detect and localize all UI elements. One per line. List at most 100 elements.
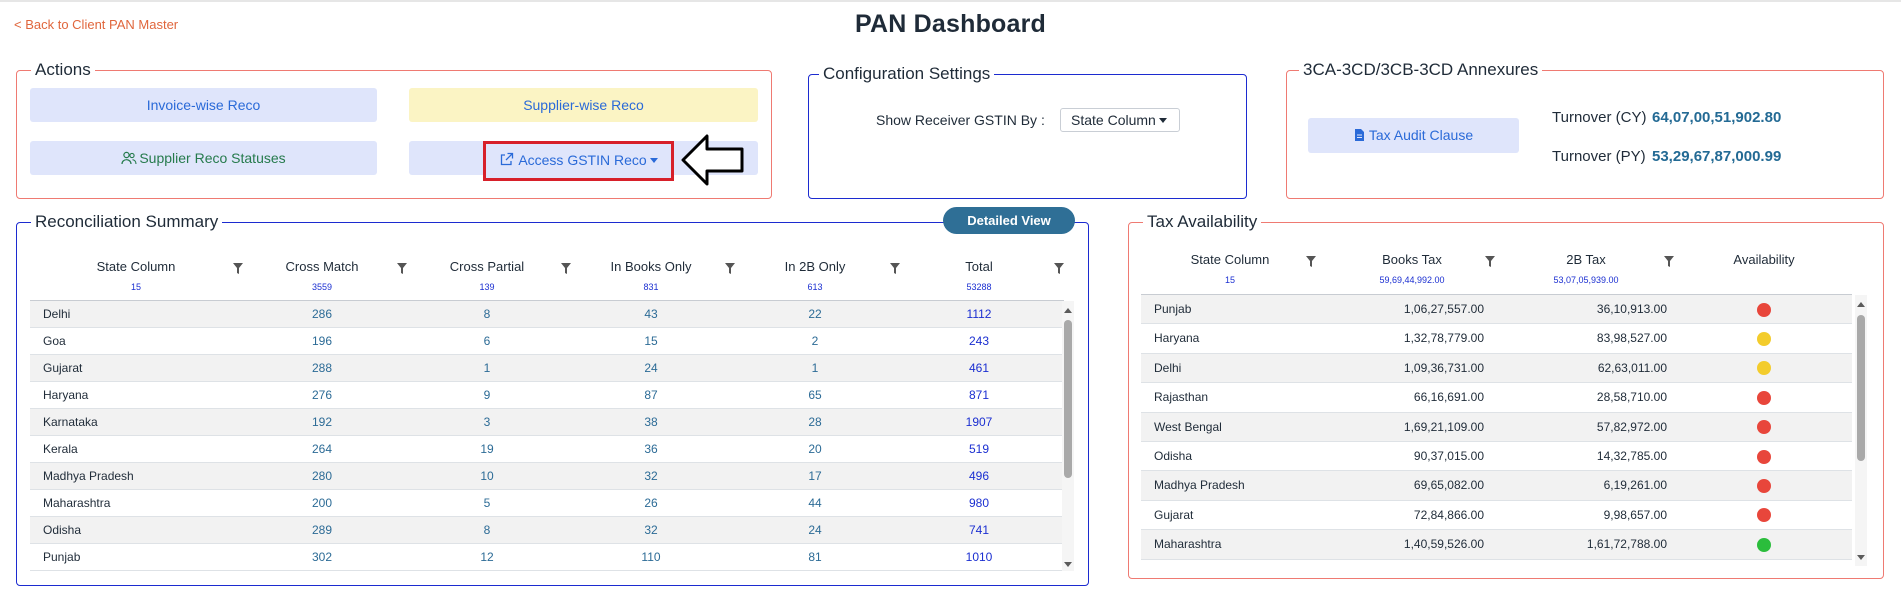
table-row[interactable]: Delhi 1,09,36,731.00 62,63,011.00: [1141, 353, 1852, 384]
left-arrow-pointer-icon: [681, 134, 744, 186]
invoice-wise-reco-button[interactable]: Invoice-wise Reco: [30, 88, 377, 122]
table-row[interactable]: Maharashtra 200 5 26 44 980: [30, 490, 1064, 517]
state-cell: Gujarat: [43, 361, 83, 375]
state-cell: Maharashtra: [1154, 537, 1222, 552]
supplier-reco-statuses-button[interactable]: Supplier Reco Statuses: [30, 141, 377, 175]
state-cell: Haryana: [1154, 331, 1200, 346]
filter-icon[interactable]: [1054, 261, 1064, 274]
table-row[interactable]: Gujarat 72,84,866.00 9,98,657.00: [1141, 501, 1852, 531]
value-cell[interactable]: 1010: [929, 544, 1029, 571]
twob-tax-cell: 28,58,710.00: [1596, 390, 1667, 405]
table-row[interactable]: Gujarat 288 1 24 1 461: [30, 355, 1064, 382]
table-row[interactable]: Haryana 276 9 87 65 871: [30, 382, 1064, 409]
value-cell: 36: [644, 442, 658, 456]
value-cell[interactable]: 980: [929, 490, 1029, 517]
table-row[interactable]: Odisha 90,37,015.00 14,32,785.00: [1141, 442, 1852, 472]
value-cell: 276: [311, 388, 333, 402]
value-cell: 10: [480, 469, 494, 483]
filter-icon[interactable]: [1306, 254, 1316, 267]
filter-icon[interactable]: [1485, 254, 1495, 267]
supplier-reco-statuses-label: Supplier Reco Statuses: [139, 150, 286, 166]
availability-status-indicator: [1757, 449, 1771, 464]
column-header-availability: Availability: [1733, 252, 1795, 267]
value-cell[interactable]: 741: [929, 517, 1029, 544]
value-cell: 196: [311, 334, 333, 348]
scroll-down-arrow[interactable]: [1064, 562, 1072, 567]
table-row[interactable]: Punjab 1,06,27,557.00 36,10,913.00: [1141, 295, 1852, 325]
table-row[interactable]: Maharashtra 1,40,59,526.00 1,61,72,788.00: [1141, 530, 1852, 560]
availability-status-indicator: [1757, 420, 1771, 435]
state-cell: Punjab: [1154, 302, 1192, 316]
state-cell: Delhi: [1154, 360, 1182, 375]
state-cell: Madhya Pradesh: [1154, 478, 1245, 493]
state-cell: Kerala: [43, 442, 78, 456]
table-row[interactable]: [1141, 560, 1852, 566]
tax-audit-clause-button[interactable]: Tax Audit Clause: [1308, 118, 1519, 153]
twob-tax-cell: 6,19,261.00: [1603, 478, 1667, 493]
annexures-legend: 3CA-3CD/3CB-3CD Annexures: [1299, 60, 1543, 80]
value-cell[interactable]: 871: [929, 382, 1029, 409]
column-header-2b-tax: 2B Tax: [1566, 252, 1606, 267]
filter-icon[interactable]: [397, 261, 407, 274]
column-header-in-books-only: In Books Only: [610, 259, 692, 274]
table-row[interactable]: Madhya Pradesh 280 10 32 17 496: [30, 463, 1064, 490]
value-cell[interactable]: 1112: [929, 301, 1029, 328]
receiver-gstin-select[interactable]: State Column: [1060, 108, 1180, 132]
top-border: [0, 0, 1901, 2]
value-cell[interactable]: 243: [929, 328, 1029, 355]
value-cell[interactable]: 1907: [929, 409, 1029, 436]
column-header-cross-match: Cross Match: [285, 259, 359, 274]
filter-icon[interactable]: [1664, 254, 1674, 267]
state-cell: Madhya Pradesh: [43, 469, 134, 483]
table-row[interactable]: Haryana 1,32,78,779.00 83,98,527.00: [1141, 324, 1852, 354]
value-cell[interactable]: 461: [929, 355, 1029, 382]
state-cell: Gujarat: [1154, 507, 1194, 522]
scrollbar-thumb[interactable]: [1064, 320, 1072, 478]
twob-tax-cell: 83,98,527.00: [1596, 331, 1667, 346]
column-count-cross-match: 3559: [311, 282, 333, 292]
value-cell[interactable]: 496: [929, 463, 1029, 490]
filter-icon[interactable]: [561, 261, 571, 274]
scroll-up-arrow[interactable]: [1857, 302, 1865, 307]
column-header-state-column: State Column: [1190, 252, 1270, 267]
table-row[interactable]: Odisha 289 8 32 24 741: [30, 517, 1064, 544]
table-row[interactable]: Karnataka 192 3 38 28 1907: [30, 409, 1064, 436]
supplier-wise-reco-button[interactable]: Supplier-wise Reco: [409, 88, 758, 122]
table-row[interactable]: Delhi 286 8 43 22 1112: [30, 301, 1064, 328]
filter-icon[interactable]: [725, 261, 735, 274]
value-cell: 280: [311, 469, 333, 483]
tax-audit-clause-label: Tax Audit Clause: [1368, 127, 1474, 143]
table-row[interactable]: Punjab 302 12 110 81 1010: [30, 544, 1064, 571]
books-tax-cell: 1,06,27,557.00: [1403, 302, 1484, 316]
turnover-cy-value: 64,07,00,51,902.80: [1652, 109, 1782, 126]
table-row[interactable]: Madhya Pradesh 69,65,082.00 6,19,261.00: [1141, 471, 1852, 501]
access-gstin-reco-dropdown[interactable]: Access GSTIN Reco: [483, 141, 674, 181]
value-cell: 110: [641, 550, 661, 564]
value-cell: 87: [644, 388, 658, 402]
column-header-state-column: State Column: [96, 259, 176, 274]
chevron-down-icon: [1158, 118, 1167, 123]
document-icon: [1354, 129, 1364, 141]
state-cell: Delhi: [43, 307, 71, 321]
scrollbar-thumb[interactable]: [1857, 315, 1865, 461]
actions-legend: Actions: [31, 60, 95, 80]
column-count-in-2b-only: 613: [807, 282, 823, 292]
scroll-up-arrow[interactable]: [1064, 308, 1072, 313]
table-row[interactable]: Rajasthan 66,16,691.00 28,58,710.00: [1141, 383, 1852, 413]
value-cell: 26: [644, 496, 658, 510]
table-row[interactable]: Goa 196 6 15 2 243: [30, 328, 1064, 355]
value-cell: 22: [808, 307, 822, 321]
availability-status-indicator: [1757, 508, 1771, 523]
state-cell: Haryana: [43, 388, 89, 402]
value-cell: 288: [311, 361, 333, 375]
value-cell: 24: [644, 361, 658, 375]
value-cell: 8: [483, 523, 491, 537]
table-row[interactable]: Kerala 264 19 36 20 519: [30, 436, 1064, 463]
detailed-view-button[interactable]: Detailed View: [943, 207, 1075, 234]
configuration-settings-legend: Configuration Settings: [819, 64, 995, 84]
table-row[interactable]: West Bengal 1,69,21,109.00 57,82,972.00: [1141, 412, 1852, 442]
value-cell[interactable]: 519: [929, 436, 1029, 463]
availability-status-indicator: [1757, 332, 1771, 347]
value-cell: 6: [483, 334, 491, 348]
scroll-down-arrow[interactable]: [1857, 555, 1865, 560]
